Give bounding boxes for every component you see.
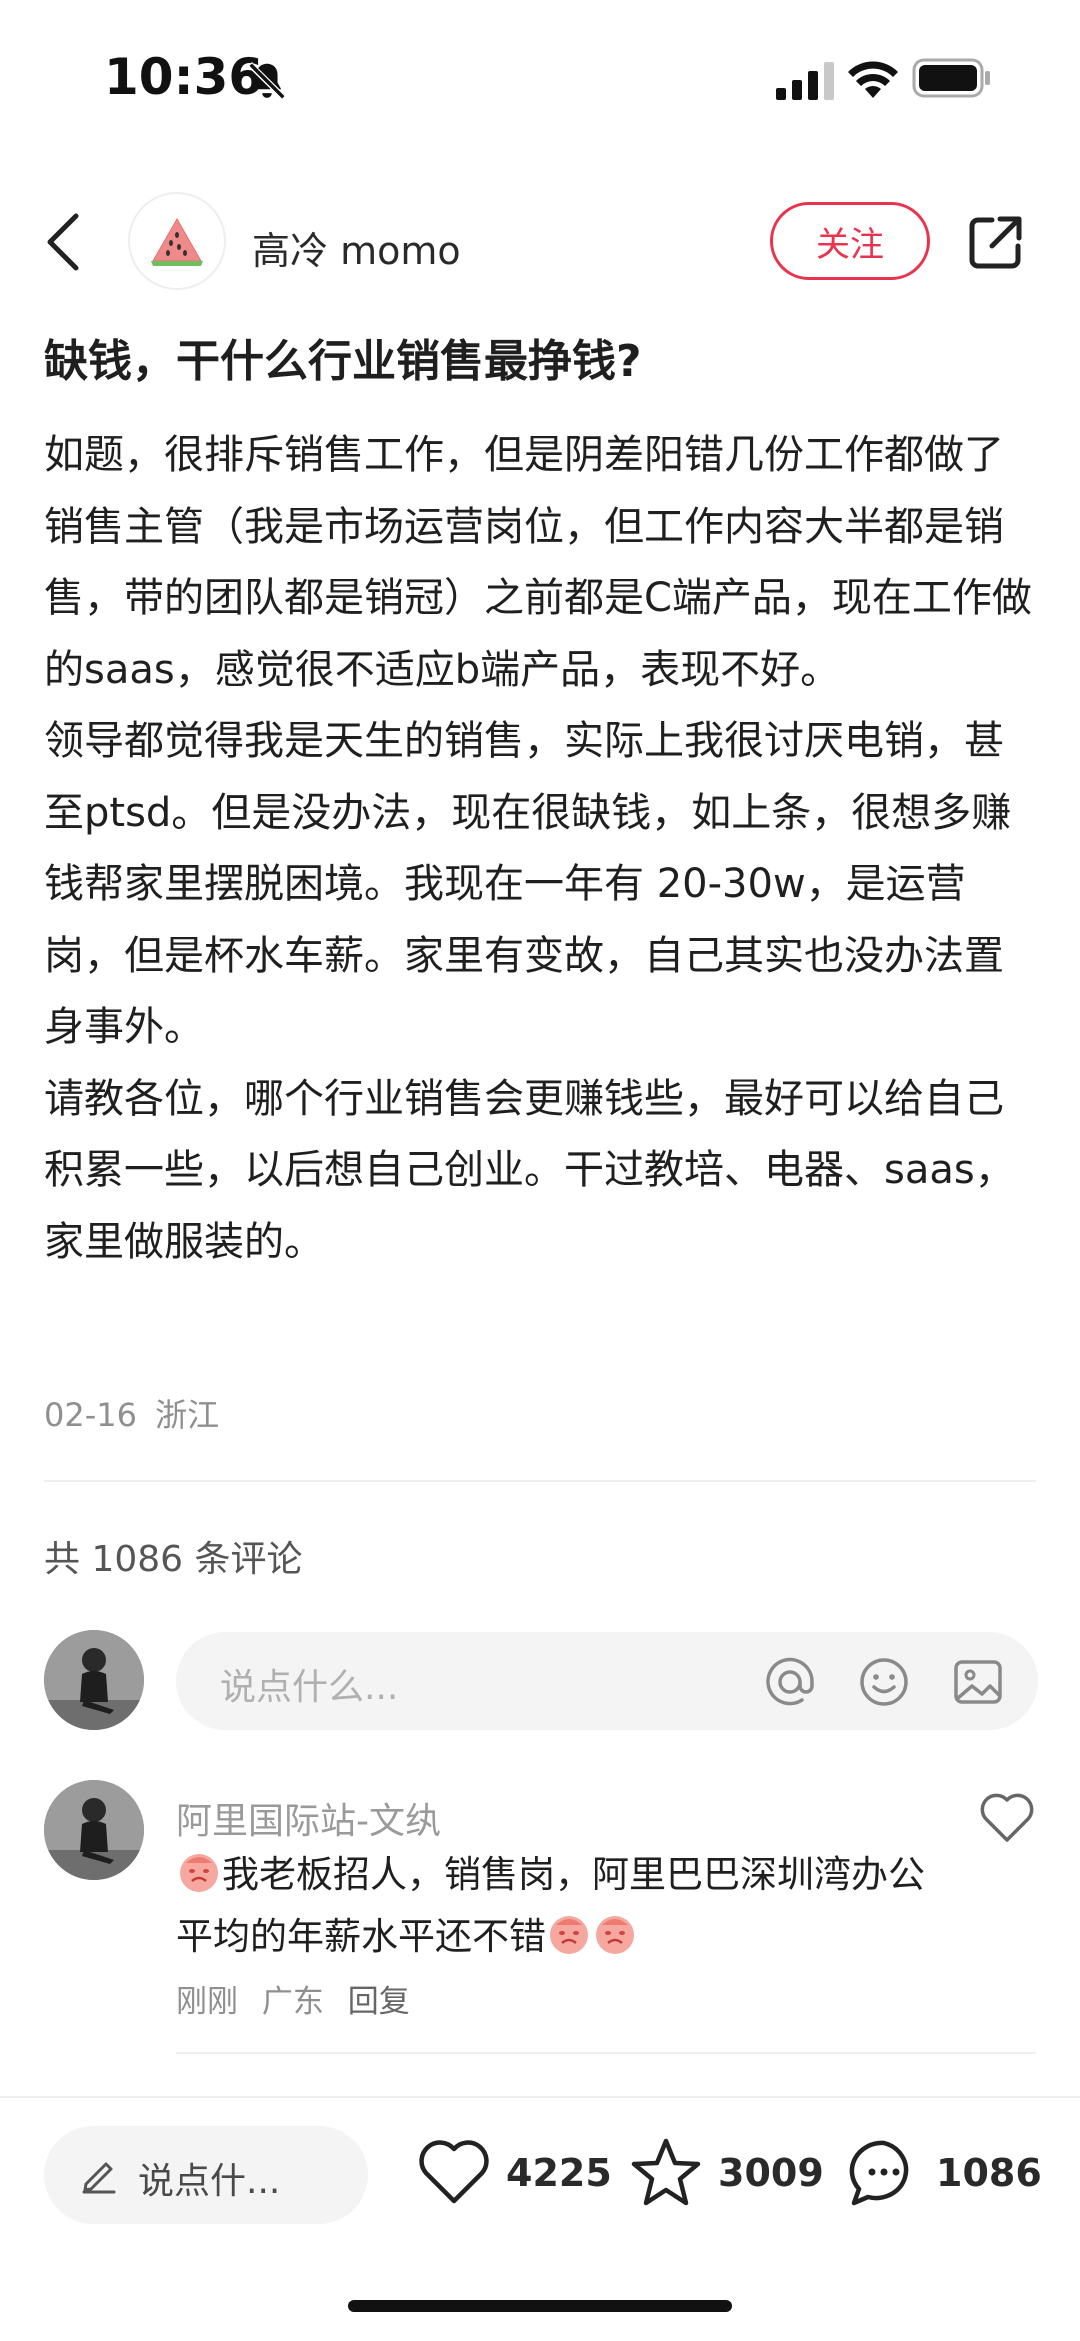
wifi-icon: [848, 61, 898, 98]
pencil-icon: [82, 2162, 116, 2194]
collect-count: 3009: [718, 2151, 824, 2195]
post-location: 浙江: [155, 1396, 220, 1434]
star-icon: [631, 2138, 701, 2206]
mention-icon[interactable]: [762, 1654, 818, 1710]
crying-emoji-icon: [180, 1854, 218, 1892]
comment-input-placeholder: 说点什么...: [220, 1667, 399, 1708]
cellular-signal-icon: [776, 62, 834, 100]
post-paragraph: 请教各位，哪个行业销售会更赚钱些，最好可以给自己积累一些，以后想自己创业。干过教…: [44, 1075, 1015, 1265]
divider: [176, 2052, 1036, 2054]
commenter-name[interactable]: 阿里国际站-文纨: [176, 1792, 441, 1844]
comment-item: 阿里国际站-文纨 我老板招人，销售岗，阿里巴巴深圳湾办公 平均的年薪水平还不错 …: [0, 1780, 1080, 2030]
bell-off-icon: [247, 61, 287, 101]
comment-bubble-icon: [849, 2140, 909, 2206]
crying-emoji-icon: [550, 1916, 588, 1954]
post-body: 如题，很排斥销售工作，但是阴差阳错几份工作都做了销售主管（我是市场运营岗位，但工…: [44, 420, 1040, 1278]
follow-button[interactable]: 关注: [770, 202, 930, 280]
home-indicator[interactable]: [348, 2300, 732, 2312]
comment-count-bottom: 1086: [936, 2151, 1042, 2195]
comment-button[interactable]: 1086: [846, 2128, 1042, 2218]
like-count: 4225: [506, 2151, 612, 2195]
comment-input[interactable]: 说点什么...: [176, 1632, 1038, 1730]
emoji-icon[interactable]: [856, 1654, 912, 1710]
post-date: 02-16: [44, 1396, 137, 1434]
comment-like-icon[interactable]: [978, 1790, 1036, 1844]
author-name[interactable]: 高冷 momo: [252, 220, 461, 275]
status-time: 10:36: [104, 48, 264, 106]
back-arrow-icon[interactable]: [40, 210, 90, 274]
post-header: 高冷 momo 关注: [0, 180, 1080, 300]
comment-time: 刚刚: [176, 1984, 238, 2020]
battery-icon: [912, 58, 990, 98]
divider: [44, 1480, 1036, 1482]
post-title: 缺钱，干什么行业销售最挣钱?: [44, 336, 642, 387]
post-meta: 02-16 浙江: [44, 1390, 219, 1436]
comment-text: 我老板招人，销售岗，阿里巴巴深圳湾办公 平均的年薪水平还不错: [176, 1844, 936, 1968]
watermelon-icon: [151, 217, 203, 266]
like-button[interactable]: 4225: [416, 2128, 612, 2218]
commenter-avatar[interactable]: [44, 1780, 144, 1880]
author-avatar[interactable]: [128, 192, 226, 290]
post-paragraph: 领导都觉得我是天生的销售，实际上我很讨厌电销，甚至ptsd。但是没办法，现在很缺…: [44, 718, 1012, 1050]
bottom-input-placeholder: 说点什...: [138, 2161, 281, 2202]
reply-button[interactable]: 回复: [348, 1984, 410, 2020]
status-bar: 10:36: [0, 0, 1080, 150]
comment-location: 广东: [261, 1984, 324, 2020]
post-paragraph: 如题，很排斥销售工作，但是阴差阳错几份工作都做了销售主管（我是市场运营岗位，但工…: [44, 432, 1032, 693]
comment-count: 共 1086 条评论: [44, 1539, 303, 1580]
crying-emoji-icon: [596, 1916, 634, 1954]
user-avatar: [44, 1630, 144, 1730]
comment-meta: 刚刚 广东 回复: [176, 1976, 424, 2021]
share-icon[interactable]: [966, 212, 1026, 272]
heart-icon: [419, 2140, 489, 2204]
image-icon[interactable]: [950, 1654, 1006, 1710]
bottom-comment-input[interactable]: 说点什...: [44, 2126, 368, 2224]
collect-button[interactable]: 3009: [628, 2128, 824, 2218]
